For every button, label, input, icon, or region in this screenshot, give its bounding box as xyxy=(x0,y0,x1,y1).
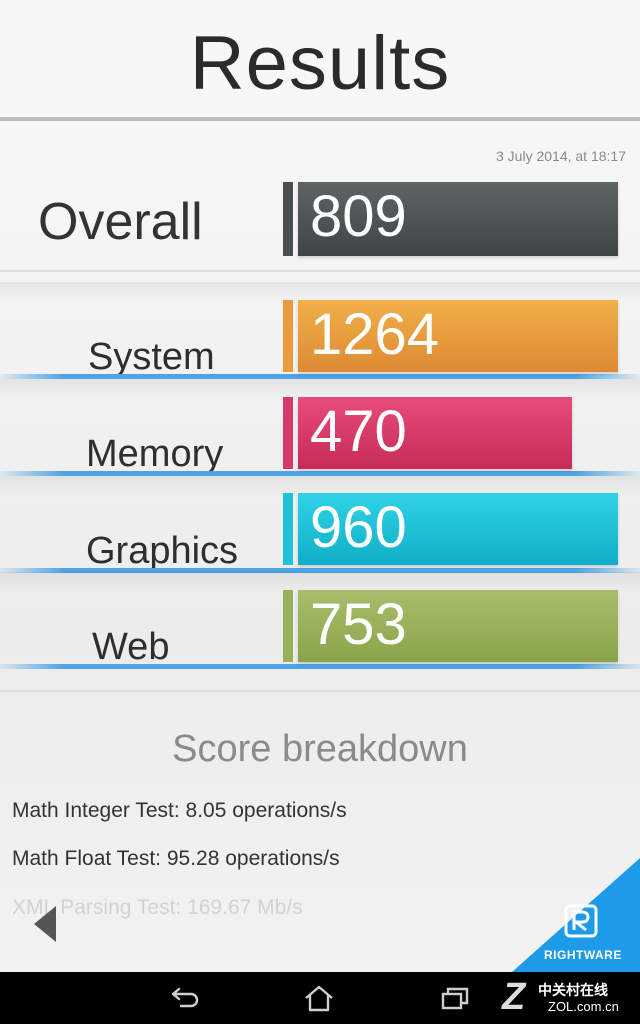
graphics-score-bar: 960 xyxy=(298,493,618,565)
score-breakdown-title: Score breakdown xyxy=(172,728,468,770)
nav-home-icon xyxy=(305,985,333,1012)
header-bar: Results xyxy=(0,0,640,121)
overall-score-bar: 809 xyxy=(298,182,618,256)
system-score-bar: 1264 xyxy=(298,300,618,372)
row-shade xyxy=(0,379,640,399)
page-title: Results xyxy=(189,21,451,106)
result-timestamp: 3 July 2014, at 18:17 xyxy=(496,148,626,164)
nav-back-button[interactable] xyxy=(145,972,225,1024)
nav-back-icon xyxy=(171,987,199,1008)
row-shade xyxy=(0,282,640,302)
category-label-graphics: Graphics xyxy=(86,530,239,572)
nav-recent-apps-icon xyxy=(441,987,469,1010)
memory-score-bar: 470 xyxy=(298,397,572,469)
breakdown-item-math-integer: Math Integer Test: 8.05 operations/s xyxy=(12,799,347,822)
rightware-label: RIGHTWARE xyxy=(544,948,622,962)
watermark-cn: 中关村在线 xyxy=(538,982,608,998)
overall-bar-marker xyxy=(283,182,293,256)
zol-watermark: Z 中关村在线 ZOL.com.cn xyxy=(500,974,640,1022)
web-score-bar: 753 xyxy=(298,590,618,662)
memory-bar-marker xyxy=(283,397,293,469)
zol-logo-icon: Z xyxy=(502,976,526,1018)
category-label-web: Web xyxy=(92,626,170,668)
overall-label: Overall xyxy=(38,193,203,251)
rightware-badge[interactable]: RIGHTWARE xyxy=(512,858,640,972)
breakdown-divider xyxy=(0,690,640,692)
category-label-system: System xyxy=(88,336,215,378)
breakdown-item-math-float: Math Float Test: 95.28 operations/s xyxy=(12,847,340,870)
nav-home-button[interactable] xyxy=(279,972,359,1024)
rightware-logo-icon xyxy=(564,904,598,938)
graphics-bar-marker xyxy=(283,493,293,565)
watermark-en: ZOL.com.cn xyxy=(548,999,619,1014)
row-shade xyxy=(0,572,640,592)
system-bar-marker xyxy=(283,300,293,372)
row-highlight-line xyxy=(0,664,640,669)
nav-recent-apps-button[interactable] xyxy=(415,972,495,1024)
overall-divider xyxy=(0,270,640,272)
category-label-memory: Memory xyxy=(86,433,224,475)
web-bar-marker xyxy=(283,590,293,662)
back-arrow-icon[interactable] xyxy=(34,906,56,942)
